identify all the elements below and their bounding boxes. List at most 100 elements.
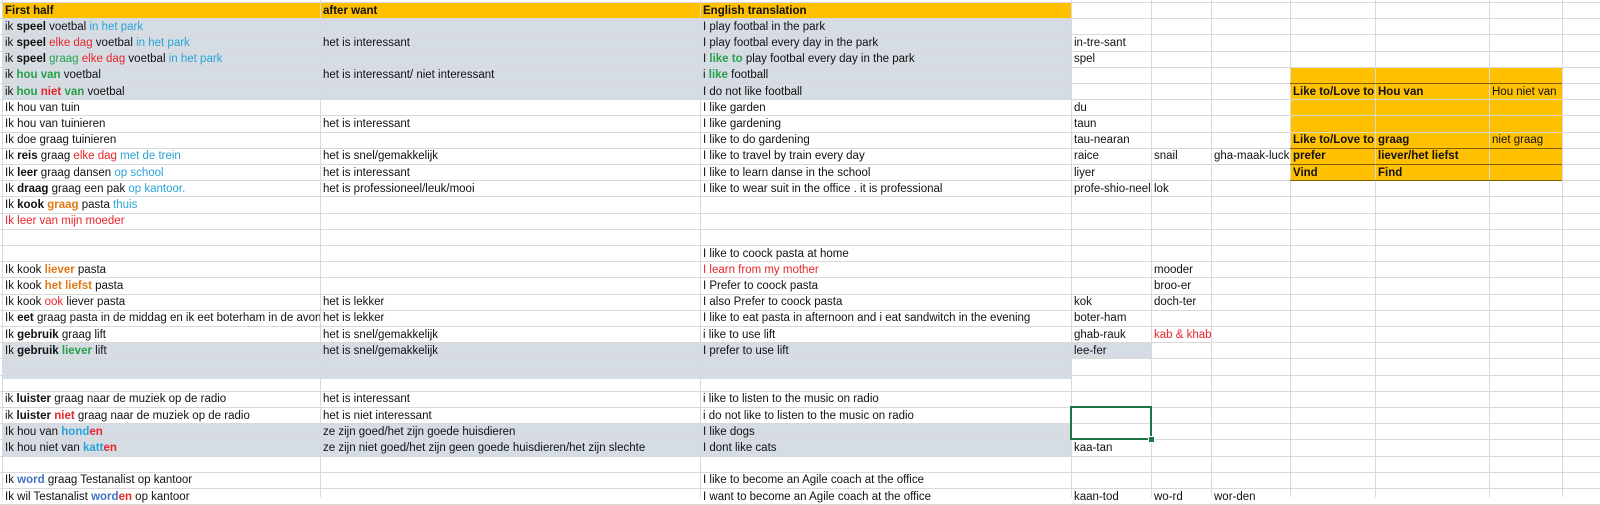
cell-b-21[interactable]: het is snel/gemakkelijk	[320, 327, 700, 343]
cell-text-run: in-tre-sant	[1074, 36, 1126, 49]
cell-f-10[interactable]: prefer	[1290, 148, 1375, 164]
cell-e2-10[interactable]: gha-maak-luck	[1211, 148, 1290, 164]
cell-b-5[interactable]: het is interessant/ niet interessant	[320, 67, 700, 83]
cell-c-16[interactable]: I like to coock pasta at home	[700, 246, 1071, 262]
cell-a-18[interactable]: Ik kook het liefst pasta	[2, 278, 320, 294]
cell-b-28[interactable]: ze zijn niet goed/het zijn geen goede hu…	[320, 440, 700, 456]
cell-c-7[interactable]: I like garden	[700, 100, 1071, 116]
cell-text-run: leer	[17, 166, 38, 179]
cell-d-28[interactable]: kaa-tan	[1071, 440, 1151, 456]
cell-c-4[interactable]: I like to play footbal every day in the …	[700, 51, 1071, 67]
cell-b-11[interactable]: het is interessant	[320, 165, 700, 181]
cell-d-8[interactable]: taun	[1071, 116, 1151, 132]
cell-g-9[interactable]: graag	[1375, 132, 1489, 148]
cell-d-19[interactable]: kok	[1071, 294, 1151, 310]
cell-c-8[interactable]: I like gardening	[700, 116, 1071, 132]
cell-a-1[interactable]: First half	[2, 3, 320, 19]
cell-c-2[interactable]: I play footbal in the park	[700, 19, 1071, 35]
cell-b-20[interactable]: het is lekker	[320, 310, 700, 326]
cell-d-3[interactable]: in-tre-sant	[1071, 35, 1151, 51]
cell-c-25[interactable]: i like to listen to the music on radio	[700, 391, 1071, 407]
fill-handle[interactable]	[1148, 436, 1155, 444]
cell-a-3[interactable]: ik speel elke dag voetbal in het park	[2, 35, 320, 51]
cell-b-26[interactable]: het is niet interessant	[320, 408, 700, 424]
cell-d-21[interactable]: ghab-rauk	[1071, 327, 1151, 343]
cell-a-14[interactable]: Ik leer van mijn moeder	[2, 213, 320, 229]
cell-a-30[interactable]: Ik word graag Testanalist op kantoor	[2, 472, 320, 488]
cell-c-28[interactable]: I dont like cats	[700, 440, 1071, 456]
cell-a-17[interactable]: Ik kook liever pasta	[2, 262, 320, 278]
cell-f-9[interactable]: Like to/Love to	[1290, 132, 1375, 148]
cell-e-19[interactable]: doch-ter	[1151, 294, 1211, 310]
cell-g-6[interactable]: Hou van	[1375, 84, 1489, 100]
cell-d-4[interactable]: spel	[1071, 51, 1151, 67]
cell-b-1[interactable]: after want	[320, 3, 700, 19]
spreadsheet-grid[interactable]: First half after want English translation i…	[0, 0, 1600, 505]
cell-c-20[interactable]: I like to eat pasta in afternoon and i e…	[700, 310, 1071, 326]
cell-c-5[interactable]: i like football	[700, 67, 1071, 83]
cell-b-12[interactable]: het is professioneel/leuk/mooi	[320, 181, 700, 197]
cell-b-22[interactable]: het is snel/gemakkelijk	[320, 343, 700, 359]
selected-cell-outline[interactable]	[1070, 406, 1152, 441]
cell-c-9[interactable]: I like to do gardening	[700, 132, 1071, 148]
cell-c-21[interactable]: i like to use lift	[700, 327, 1071, 343]
cell-a-6[interactable]: ik hou niet van voetbal	[2, 84, 320, 100]
cell-d-20[interactable]: boter-ham	[1071, 310, 1151, 326]
cell-a-25[interactable]: ik luister graag naar de muziek op de ra…	[2, 391, 320, 407]
cell-a-26[interactable]: ik luister niet graag naar de muziek op …	[2, 408, 320, 424]
cell-a-5[interactable]: ik hou van voetbal	[2, 67, 320, 83]
cell-e-21[interactable]: kab & khab	[1151, 327, 1211, 343]
cell-a-13[interactable]: Ik kook graag pasta thuis	[2, 197, 320, 213]
cell-c-3[interactable]: I play footbal every day in the park	[700, 35, 1071, 51]
cell-f-11[interactable]: Vind	[1290, 165, 1375, 181]
cell-f-6[interactable]: Like to/Love to	[1290, 84, 1375, 100]
cell-b-27[interactable]: ze zijn goed/het zijn goede huisdieren	[320, 424, 700, 440]
cell-d-7[interactable]: du	[1071, 100, 1151, 116]
cell-a-2[interactable]: ik speel voetbal in het park	[2, 19, 320, 35]
cell-d-9[interactable]: tau-nearan	[1071, 132, 1151, 148]
cell-a-21[interactable]: Ik gebruik graag lift	[2, 327, 320, 343]
cell-h-6[interactable]: Hou niet van	[1489, 84, 1562, 100]
cell-a-12[interactable]: Ik draag graag een pak op kantoor.	[2, 181, 320, 197]
cell-c-26[interactable]: i do not like to listen to the music on …	[700, 408, 1071, 424]
cell-a-7[interactable]: Ik hou van tuin	[2, 100, 320, 116]
cell-d-11[interactable]: liyer	[1071, 165, 1151, 181]
cell-d-12[interactable]: profe-shio-neel	[1071, 181, 1151, 197]
cell-a-28[interactable]: Ik hou niet van katten	[2, 440, 320, 456]
cell-c-27[interactable]: I like dogs	[700, 424, 1071, 440]
cell-b-8[interactable]: het is interessant	[320, 116, 700, 132]
cell-a-9[interactable]: Ik doe graag tuinieren	[2, 132, 320, 148]
cell-e-10[interactable]: snail	[1151, 148, 1211, 164]
cell-c-19[interactable]: I also Prefer to coock pasta	[700, 294, 1071, 310]
cell-b-10[interactable]: het is snel/gemakkelijk	[320, 148, 700, 164]
cell-a-4[interactable]: ik speel graag elke dag voetbal in het p…	[2, 51, 320, 67]
cell-c-12[interactable]: I like to wear suit in the office . it i…	[700, 181, 1071, 197]
cell-b-25[interactable]: het is interessant	[320, 391, 700, 407]
cell-a-8[interactable]: Ik hou van tuinieren	[2, 116, 320, 132]
cell-a-11[interactable]: Ik leer graag dansen op school	[2, 165, 320, 181]
cell-e-18[interactable]: broo-er	[1151, 278, 1211, 294]
cell-a-22[interactable]: Ik gebruik liever lift	[2, 343, 320, 359]
cell-h-9[interactable]: niet graag	[1489, 132, 1562, 148]
cell-c-11[interactable]: I like to learn danse in the school	[700, 165, 1071, 181]
cell-text-run: Ik	[5, 166, 18, 179]
cell-g-10[interactable]: liever/het liefst	[1375, 148, 1489, 164]
cell-c-18[interactable]: I Prefer to coock pasta	[700, 278, 1071, 294]
cell-g-11[interactable]: Find	[1375, 165, 1489, 181]
cell-d-22[interactable]: lee-fer	[1071, 343, 1151, 359]
cell-a-20[interactable]: Ik eet graag pasta in de middag en ik ee…	[2, 310, 320, 326]
cell-c-22[interactable]: I prefer to use lift	[700, 343, 1071, 359]
cell-a-19[interactable]: Ik kook ook liever pasta	[2, 294, 320, 310]
cell-e-17[interactable]: mooder	[1151, 262, 1211, 278]
cell-e-12[interactable]: lok	[1151, 181, 1211, 197]
cell-d-10[interactable]: raice	[1071, 148, 1151, 164]
cell-b-3[interactable]: het is interessant	[320, 35, 700, 51]
cell-c-30[interactable]: I like to become an Agile coach at the o…	[700, 472, 1071, 488]
cell-c-6[interactable]: I do not like football	[700, 84, 1071, 100]
cell-a-10[interactable]: Ik reis graag elke dag met de trein	[2, 148, 320, 164]
cell-b-19[interactable]: het is lekker	[320, 294, 700, 310]
cell-a-27[interactable]: Ik hou van honden	[2, 424, 320, 440]
cell-c-10[interactable]: I like to travel by train every day	[700, 148, 1071, 164]
cell-c-17[interactable]: I learn from my mother	[700, 262, 1071, 278]
cell-c-1[interactable]: English translation	[700, 3, 1071, 19]
